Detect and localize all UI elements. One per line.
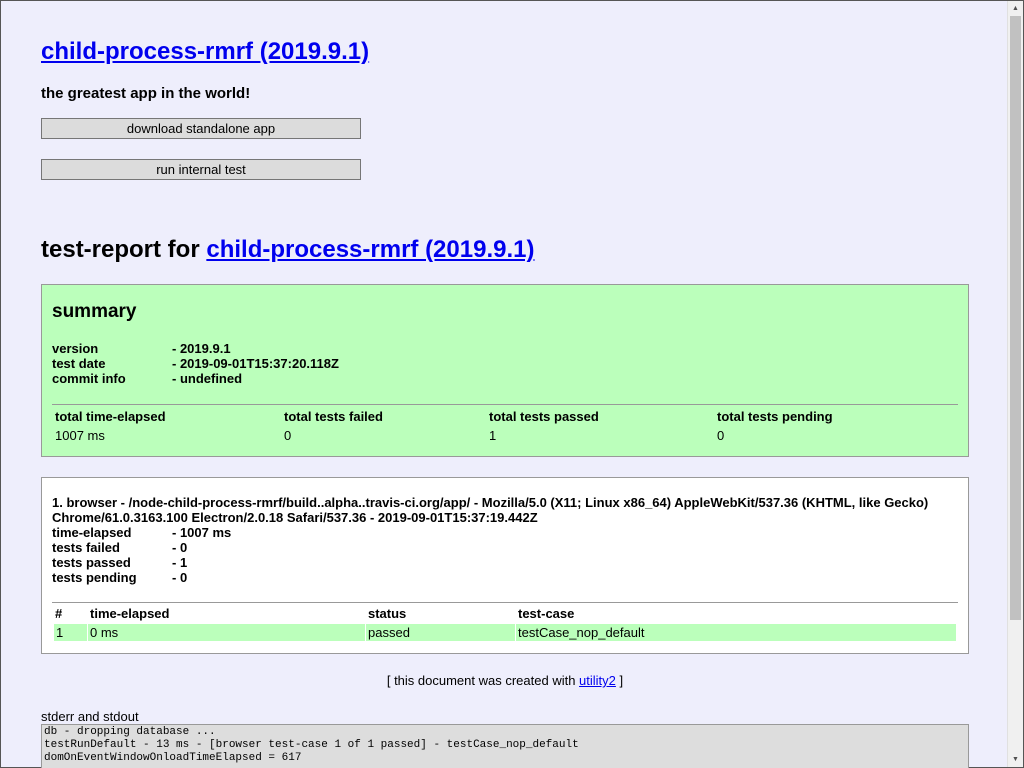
summary-value-tests-failed: 0 bbox=[284, 428, 292, 443]
summary-field-key: test date bbox=[52, 356, 106, 371]
app-tagline: the greatest app in the world! bbox=[41, 85, 251, 102]
summary-value-tests-passed: 1 bbox=[489, 428, 497, 443]
console-line: testRunDefault - 13 ms - [browser test-c… bbox=[44, 739, 579, 751]
footer-note: [ this document was created with utility… bbox=[41, 673, 969, 688]
row-status: passed bbox=[366, 624, 515, 641]
browser-field-key: time-elapsed bbox=[52, 525, 132, 540]
summary-field-key: commit info bbox=[52, 371, 126, 386]
summary-value-time-elapsed: 1007 ms bbox=[55, 428, 105, 443]
vertical-scrollbar[interactable]: ▲ ▼ bbox=[1007, 1, 1023, 767]
browser-field-value: - 0 bbox=[172, 540, 188, 555]
stderr-output: db - dropping database ... testRunDefault… bbox=[41, 724, 969, 768]
app-title-link[interactable]: child-process-rmrf (2019.9.1) bbox=[41, 38, 369, 65]
run-internal-test-button[interactable]: run internal test bbox=[41, 159, 361, 180]
console-line: db - dropping database ... bbox=[44, 726, 216, 738]
browser-test-panel: 1. browser - /node-child-process-rmrf/bu… bbox=[41, 477, 969, 654]
col-number: # bbox=[55, 606, 63, 621]
summary-field-key: version bbox=[52, 341, 99, 356]
summary-field-value: - 2019-09-01T15:37:20.118Z bbox=[172, 356, 339, 371]
scroll-down-icon[interactable]: ▼ bbox=[1008, 752, 1023, 767]
table-row: 1 0 ms passed testCase_nop_default bbox=[54, 624, 956, 641]
summary-heading: summary bbox=[52, 301, 137, 322]
download-standalone-app-button[interactable]: download standalone app bbox=[41, 118, 361, 139]
summary-col-tests-pending: total tests pending bbox=[717, 409, 833, 424]
row-time-elapsed: 0 ms bbox=[88, 624, 365, 641]
col-test-case: test-case bbox=[518, 606, 575, 621]
row-number: 1 bbox=[54, 624, 87, 641]
browser-field-value: - 0 bbox=[172, 570, 188, 585]
browser-field-key: tests failed bbox=[52, 540, 120, 555]
test-report-title-prefix: test-report for bbox=[41, 236, 207, 263]
test-report-title: test-report for child-process-rmrf (2019… bbox=[41, 235, 534, 265]
test-report-title-link[interactable]: child-process-rmrf (2019.9.1) bbox=[206, 236, 534, 263]
stderr-label: stderr and stdout bbox=[41, 709, 139, 724]
summary-value-tests-pending: 0 bbox=[717, 428, 725, 443]
browser-field-key: tests pending bbox=[52, 570, 137, 585]
summary-field-value: - 2019.9.1 bbox=[172, 341, 231, 356]
footer-prefix: [ this document was created with bbox=[386, 673, 580, 688]
summary-col-tests-passed: total tests passed bbox=[489, 409, 599, 424]
summary-panel: summary version - 2019.9.1 test date - 2… bbox=[41, 284, 969, 457]
browser-divider bbox=[52, 602, 958, 603]
summary-field-value: - undefined bbox=[172, 371, 243, 386]
scrollbar-thumb[interactable] bbox=[1010, 16, 1021, 620]
col-time-elapsed: time-elapsed bbox=[90, 606, 170, 621]
summary-col-tests-failed: total tests failed bbox=[284, 409, 383, 424]
browser-field-value: - 1 bbox=[172, 555, 188, 570]
utility2-link[interactable]: utility2 bbox=[579, 673, 616, 688]
console-line: domOnEventWindowOnloadTimeElapsed = 617 bbox=[44, 752, 302, 764]
browser-field-key: tests passed bbox=[52, 555, 131, 570]
app-title: child-process-rmrf (2019.9.1) bbox=[41, 37, 369, 67]
row-test-case: testCase_nop_default bbox=[516, 624, 956, 641]
browser-field-value: - 1007 ms bbox=[172, 525, 232, 540]
col-status: status bbox=[368, 606, 407, 621]
scroll-up-icon[interactable]: ▲ bbox=[1008, 1, 1023, 16]
browser-heading: 1. browser - /node-child-process-rmrf/bu… bbox=[52, 495, 929, 525]
summary-divider bbox=[52, 404, 958, 405]
footer-suffix: ] bbox=[615, 673, 624, 688]
summary-col-time-elapsed: total time-elapsed bbox=[55, 409, 166, 424]
